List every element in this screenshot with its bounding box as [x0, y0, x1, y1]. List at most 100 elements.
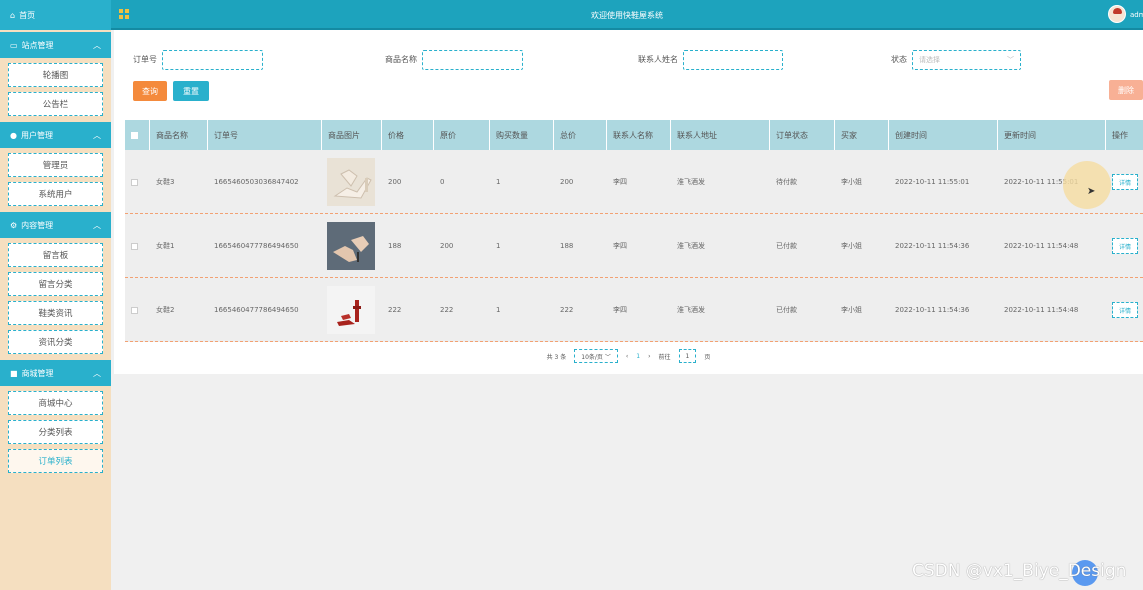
pager-total: 共 3 条	[546, 353, 567, 361]
column-header: 总价	[554, 120, 607, 150]
column-header: 操作	[1112, 130, 1128, 140]
goto-prefix: 前往	[658, 353, 671, 361]
cell-total: 200	[560, 178, 574, 186]
cell-qty: 1	[496, 178, 501, 186]
sidebar-group-label: 内容管理	[21, 220, 54, 230]
sidebar-group-content[interactable]: ⚙ 内容管理 ︿	[0, 212, 111, 238]
sidebar-item-message-board[interactable]: 留言板	[8, 243, 103, 267]
avatar[interactable]	[1108, 5, 1126, 23]
cell-address: 淮飞酒发	[677, 306, 705, 314]
page-size-value: 10条/页	[581, 353, 603, 361]
goto-page-input[interactable]: 1	[678, 349, 697, 363]
select-all-checkbox[interactable]	[131, 131, 138, 139]
sidebar-item-shoe-news[interactable]: 鞋类资讯	[8, 301, 103, 325]
table-row: 女鞋3 1665460503036847402 200 0 1 200 李四 淮…	[125, 150, 1143, 214]
contact-name-input[interactable]	[683, 50, 783, 70]
product-name-input[interactable]	[422, 50, 523, 70]
sidebar-group-users[interactable]: ● 用户管理 ︿	[0, 122, 111, 148]
sidebar-item-carousel[interactable]: 轮播图	[8, 63, 103, 87]
cell-buyer: 李小姐	[841, 306, 862, 314]
sidebar-group-site[interactable]: ▭ 站点管理 ︿	[0, 32, 111, 58]
pagination: 共 3 条 10条/页 ﹀ ‹ 1 › 前往 1 页	[114, 348, 1143, 364]
sidebar-item-category-list[interactable]: 分类列表	[8, 420, 103, 444]
cell-contact: 李四	[613, 178, 627, 186]
column-header: 买家	[835, 120, 889, 150]
sidebar-home[interactable]: ⌂ 首页	[0, 0, 111, 30]
chevron-up-icon: ︿	[93, 130, 101, 140]
select-all-cell[interactable]	[125, 120, 150, 150]
prev-page-icon[interactable]: ‹	[626, 353, 628, 360]
cell-order-no: 1665460477786494650	[214, 242, 299, 250]
table-row: 女鞋1 1665460477786494650 188 200 1 188 李四…	[125, 214, 1143, 278]
column-header: 原价	[434, 120, 490, 150]
row-checkbox[interactable]	[131, 178, 138, 186]
page-size-select[interactable]: 10条/页 ﹀	[574, 349, 618, 363]
cell-orig-price: 222	[440, 306, 454, 314]
row-checkbox[interactable]	[131, 242, 138, 250]
status-placeholder: 请选择	[919, 56, 940, 64]
sidebar-item-news-category[interactable]: 资讯分类	[8, 330, 103, 354]
cell-address: 淮飞酒发	[677, 242, 705, 250]
username[interactable]: adm	[1130, 11, 1143, 19]
order-no-label: 订单号	[133, 55, 157, 64]
reset-button[interactable]: 重置	[173, 81, 209, 101]
cell-orig-price: 0	[440, 178, 445, 186]
sidebar-group-label: 商城管理	[21, 368, 54, 378]
cell-price: 188	[388, 242, 402, 250]
status-select[interactable]: 请选择 ﹀	[912, 50, 1021, 70]
sidebar-item-admin[interactable]: 管理员	[8, 153, 103, 177]
cursor-highlight	[1063, 161, 1111, 209]
column-header: 创建时间	[889, 120, 998, 150]
sidebar-item-message-category[interactable]: 留言分类	[8, 272, 103, 296]
main-panel: 订单号 商品名称 联系人姓名 状态 请选择 ﹀ 查询 重置 删除 商品名称 订单号…	[114, 30, 1143, 374]
column-header: 价格	[382, 120, 434, 150]
detail-button[interactable]: 详情	[1112, 238, 1138, 254]
home-icon: ⌂	[10, 10, 16, 20]
search-button[interactable]: 查询	[133, 81, 167, 101]
cell-total: 222	[560, 306, 574, 314]
table-header: 商品名称 订单号 商品图片 价格 原价 购买数量 总价 联系人名称 联系人地址 …	[125, 120, 1143, 150]
row-select-cell[interactable]	[125, 278, 150, 342]
sidebar: ⌂ 首页 ▭ 站点管理 ︿ 轮播图 公告栏 ● 用户管理 ︿ 管理员 系统用户 ⚙ 内容管理…	[0, 0, 111, 590]
cell-created: 2022-10-11 11:54:36	[895, 306, 970, 314]
order-no-input[interactable]	[162, 50, 263, 70]
cell-contact: 李四	[613, 242, 627, 250]
cell-action: 详情	[1106, 214, 1143, 278]
cell-updated: 2022-10-11 11:54:48	[1004, 306, 1079, 314]
orders-table: 商品名称 订单号 商品图片 价格 原价 购买数量 总价 联系人名称 联系人地址 …	[125, 120, 1143, 342]
delete-button[interactable]: 删除	[1109, 80, 1143, 100]
row-checkbox[interactable]	[131, 306, 138, 314]
sidebar-group-mall[interactable]: ■ 商城管理 ︿	[0, 360, 111, 386]
product-image-nude-heel	[327, 222, 375, 270]
cell-updated: 2022-10-11 11:54:48	[1004, 242, 1079, 250]
cell-buyer: 李小姐	[841, 178, 862, 186]
user-icon: ●	[10, 130, 17, 140]
chevron-up-icon: ︿	[93, 220, 101, 230]
detail-button[interactable]: 详情	[1112, 174, 1138, 190]
column-header: 订单号	[208, 120, 322, 150]
cell-order-no: 1665460503036847402	[214, 178, 299, 186]
product-image-red-sandal	[327, 286, 375, 334]
mouse-pointer-icon: ➤	[1087, 186, 1096, 197]
product-name-label: 商品名称	[385, 55, 417, 64]
chevron-up-icon: ︿	[93, 368, 101, 378]
cell-name: 女鞋2	[156, 306, 175, 314]
cell-orig-price: 200	[440, 242, 454, 250]
cell-status: 已付款	[776, 242, 797, 250]
cell-qty: 1	[496, 242, 501, 250]
monitor-icon: ▭	[10, 40, 18, 50]
contact-name-label: 联系人姓名	[638, 55, 678, 64]
sidebar-item-order-list[interactable]: 订单列表	[8, 449, 103, 473]
status-label: 状态	[891, 55, 907, 64]
cell-created: 2022-10-11 11:54:36	[895, 242, 970, 250]
row-select-cell[interactable]	[125, 150, 150, 214]
row-select-cell[interactable]	[125, 214, 150, 278]
cell-image	[322, 278, 382, 342]
sidebar-item-notice[interactable]: 公告栏	[8, 92, 103, 116]
page-number-current[interactable]: 1	[636, 353, 640, 360]
detail-button[interactable]: 详情	[1112, 302, 1138, 318]
sidebar-item-mall-center[interactable]: 商城中心	[8, 391, 103, 415]
sidebar-item-system-user[interactable]: 系统用户	[8, 182, 103, 206]
cell-created: 2022-10-11 11:55:01	[895, 178, 970, 186]
next-page-icon[interactable]: ›	[648, 353, 650, 360]
